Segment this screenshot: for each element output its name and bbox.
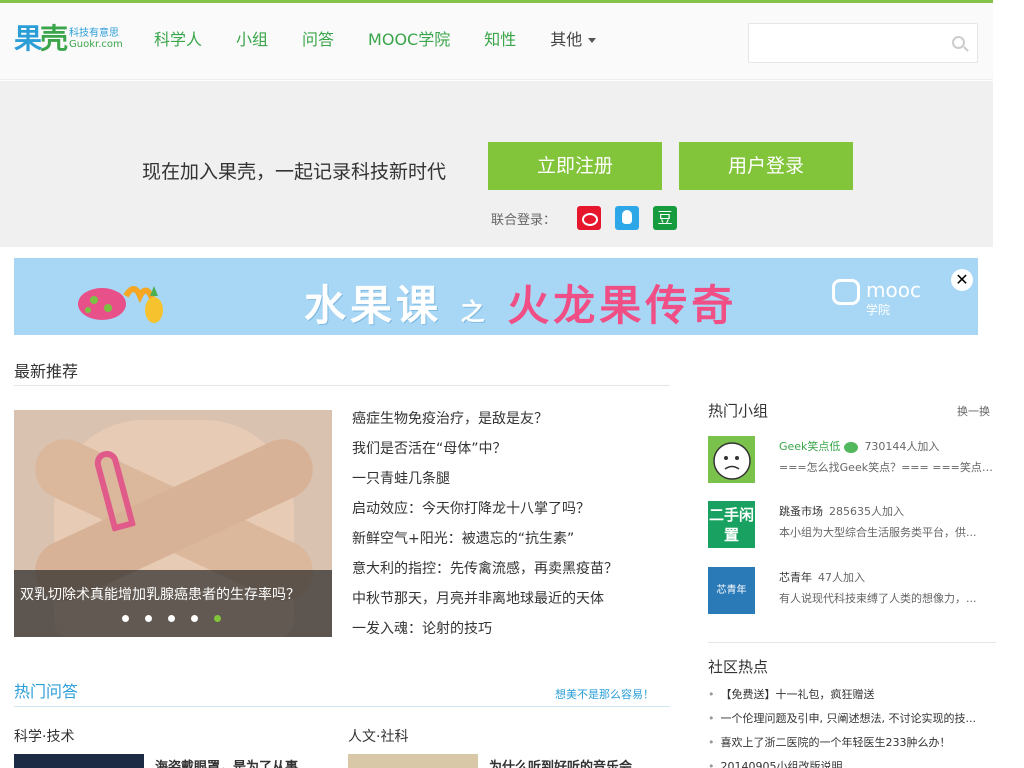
logo-sub: 科技有意思 Guokr.com [69,28,123,50]
group-item[interactable]: Geek笑点低 730144人加入 ===怎么找Geek笑点？=== ===笑点低… [708,436,998,484]
search-icon[interactable] [952,36,965,49]
community-item[interactable]: 20140905小组改版说明 [708,758,976,768]
carousel-dots [122,615,237,622]
community-hot-title: 社区热点 [708,658,769,676]
refresh-groups-link[interactable]: 换一换 [957,403,990,419]
promo-banner[interactable]: 水果课 之 火龙果传奇 mooc 学院 ✕ [14,258,978,335]
latest-item[interactable]: 一只青蛙几条腿 [352,469,618,499]
banner-title: 水果课 之 火龙果传奇 [304,272,737,333]
nav-item-scientist[interactable]: 科学人 [154,30,202,50]
latest-item[interactable]: 癌症生物免疫治疗，是敌是友？ [352,409,618,439]
site-header: 果壳 科技有意思 Guokr.com 科学人 小组 问答 MOOC学院 知性 其… [0,3,993,80]
mooc-mark-icon [832,278,860,305]
latest-item[interactable]: 新鲜空气+阳光：被遗忘的“抗生素” [352,529,618,559]
search-input[interactable] [749,24,939,62]
register-button[interactable]: 立即注册 [488,142,662,190]
sidebar-divider [708,642,996,643]
group-item[interactable]: 芯青年 芯青年 47人加入 有人说现代科技束缚了人类的想像力，... [708,567,998,615]
union-login-label: 联合登录： [491,213,557,228]
hot-qa-more[interactable]: 想美不是那么容易！ [555,686,654,702]
qa-category-humanities[interactable]: 人文·社科 [348,726,408,746]
search-box [748,23,978,63]
hot-qa-title[interactable]: 热门问答 [14,678,78,702]
logo-char-1: 果 [14,22,42,55]
carousel-dot[interactable] [122,615,129,622]
latest-item[interactable]: 意大利的指控：先传禽流感，再卖黑疫苗？ [352,559,618,589]
qa-question[interactable]: 为什么听到好听的音乐会 [489,756,632,768]
group-desc: 有人说现代科技束缚了人类的想像力，... [779,592,977,605]
nav-more-label: 其他 [550,30,583,49]
logo-tagline: 科技有意思 [69,28,120,39]
nav-item-qa[interactable]: 问答 [302,30,334,50]
nav-item-zhixing[interactable]: 知性 [484,30,516,50]
qa-thumbnail[interactable] [14,754,144,768]
latest-list: 癌症生物免疫治疗，是敌是友？ 我们是否活在“母体”中？ 一只青蛙几条腿 启动效应… [352,409,618,649]
verified-badge-icon [844,441,859,453]
nav-item-mooc[interactable]: MOOC学院 [368,30,450,50]
featured-article[interactable]: 双乳切除术真能增加乳腺癌患者的生存率吗？ [14,410,332,637]
group-avatar [708,436,755,483]
douban-icon[interactable]: 豆 [653,206,677,230]
weibo-icon[interactable] [577,206,601,230]
group-name[interactable]: 芯青年 [779,571,812,584]
community-item[interactable]: 【免费送】十一礼包，疯狂赠送 [708,686,976,710]
mooc-sub: 学院 [866,302,891,317]
logo-mark: 果壳 [14,22,68,55]
group-item[interactable]: 二手闲置 跳蚤市场 285635人加入 本小组为大型综合生活服务类平台，供... [708,501,998,549]
nav-item-more[interactable]: 其他 [550,30,597,50]
group-desc: ===怎么找Geek笑点？=== ===笑点低... [779,461,995,474]
group-avatar: 二手闲置 [708,501,755,548]
featured-caption-bar: 双乳切除术真能增加乳腺癌患者的生存率吗？ [14,570,332,637]
group-name-row: 跳蚤市场 285635人加入 [779,503,904,519]
login-button[interactable]: 用户登录 [679,142,853,190]
hot-qa-divider [14,706,670,707]
dragonfruit-illustration [78,286,163,323]
group-count: 730144人加入 [864,440,940,453]
nav-item-groups[interactable]: 小组 [236,30,268,50]
group-count: 285635人加入 [829,505,904,518]
logo-domain: Guokr.com [69,39,123,50]
group-count: 47人加入 [818,571,865,584]
community-item[interactable]: 喜欢上了浙二医院的一个年轻医生233肿么办！ [708,734,976,758]
banner-title-a: 水果课 [304,281,443,330]
latest-item[interactable]: 我们是否活在“母体”中？ [352,439,618,469]
banner-title-b: 火龙果传奇 [507,281,738,330]
carousel-dot[interactable] [145,615,152,622]
carousel-dot[interactable] [168,615,175,622]
group-name-row: 芯青年 47人加入 [779,569,865,585]
close-icon[interactable]: ✕ [951,269,973,291]
join-prompt: 现在加入果壳，一起记录科技新时代 [142,161,447,183]
community-item[interactable]: 一个伦理问题及引申, 只阐述想法, 不讨论实现的技... [708,710,976,734]
carousel-dot[interactable] [191,615,198,622]
main-nav: 科学人 小组 问答 MOOC学院 知性 其他 [154,30,630,50]
latest-divider [14,385,670,386]
mooc-logo: mooc 学院 [832,278,921,318]
qa-category-science[interactable]: 科学·技术 [14,726,74,746]
community-hot-list: 【免费送】十一礼包，疯狂赠送 一个伦理问题及引申, 只阐述想法, 不讨论实现的技… [708,686,976,768]
group-name[interactable]: Geek笑点低 [779,440,840,453]
group-desc: 本小组为大型综合生活服务类平台，供... [779,526,977,539]
join-bar: 现在加入果壳，一起记录科技新时代 立即注册 用户登录 联合登录： 豆 [0,81,993,247]
mooc-label: mooc [866,278,921,302]
latest-item[interactable]: 中秋节那天，月亮并非离地球最近的天体 [352,589,618,619]
group-avatar: 芯青年 [708,567,755,614]
chevron-down-icon [588,38,597,43]
qa-thumbnail[interactable] [348,754,478,768]
qq-icon[interactable] [615,206,639,230]
group-name-row: Geek笑点低 730144人加入 [779,438,939,454]
featured-caption: 双乳切除术真能增加乳腺癌患者的生存率吗？ [20,587,300,603]
carousel-dot-active[interactable] [214,615,221,622]
latest-item[interactable]: 启动效应：今天你打降龙十八掌了吗？ [352,499,618,529]
latest-title: 最新推荐 [14,362,79,381]
latest-item[interactable]: 一发入魂：论射的技巧 [352,619,618,649]
group-name[interactable]: 跳蚤市场 [779,505,823,518]
logo-char-2: 壳 [40,22,68,55]
hot-groups-title: 热门小组 [708,402,769,420]
qa-question[interactable]: 海姿戴眼罩，是为了从事 [155,756,298,768]
banner-title-sep: 之 [460,298,489,326]
guokr-logo[interactable]: 果壳 科技有意思 Guokr.com [14,23,123,55]
